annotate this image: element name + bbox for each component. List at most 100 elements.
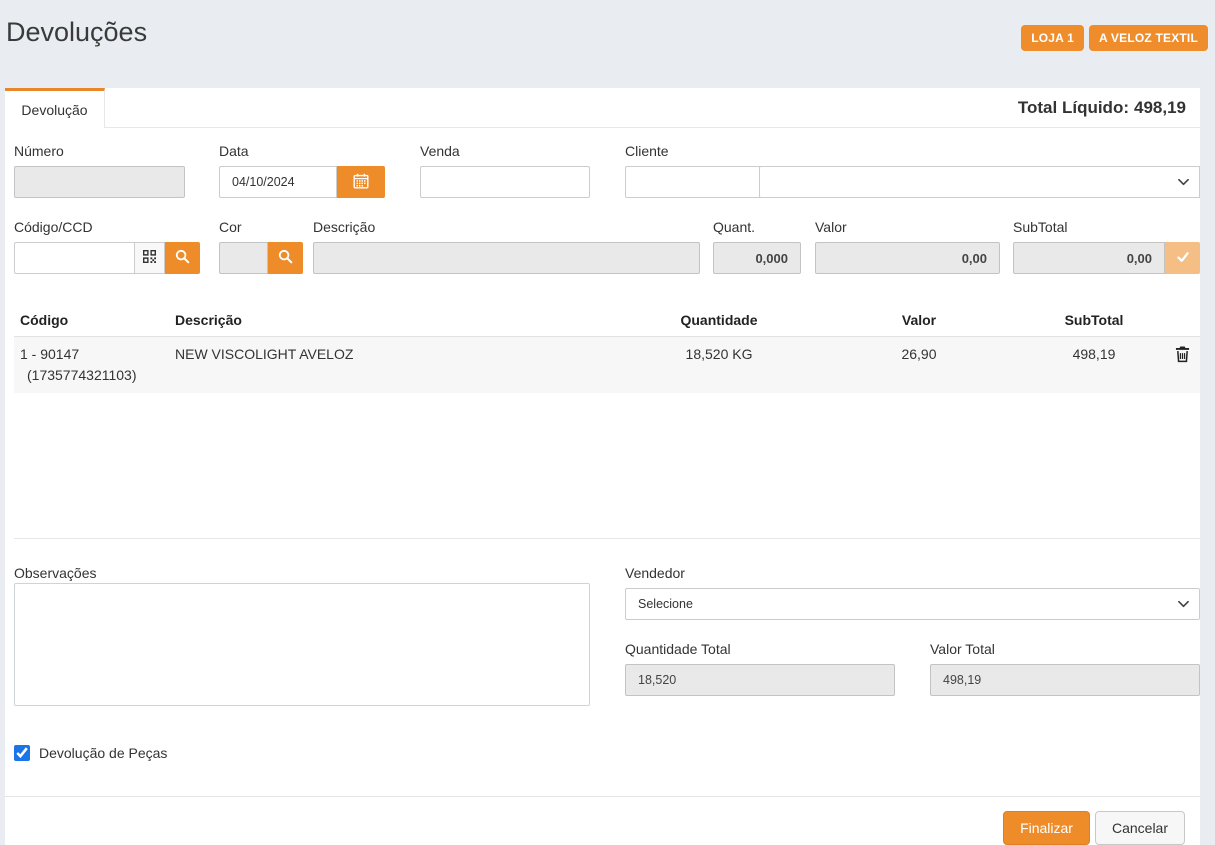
- cor-field: Cor: [219, 219, 303, 274]
- observacoes-label: Observações: [14, 565, 96, 581]
- cliente-field: Cliente: [625, 143, 1200, 198]
- cliente-select[interactable]: [759, 166, 1200, 198]
- tab-devolucao[interactable]: Devolução: [5, 88, 105, 128]
- col-actions: [1169, 304, 1200, 337]
- page-header: Devoluções LOJA 1 A VELOZ TEXTIL: [0, 0, 1215, 88]
- form-content: Número Data: [5, 128, 1200, 773]
- item-codigo-cell: 1 - 90147 (1735774321103): [14, 337, 169, 394]
- company-badge[interactable]: A VELOZ TEXTIL: [1089, 25, 1208, 51]
- total-liquido: Total Líquido: 498,19: [1018, 88, 1200, 127]
- delete-item-button[interactable]: [1175, 346, 1190, 366]
- valor-field: Valor: [815, 219, 1000, 274]
- form-row-2: Código/CCD: [14, 219, 1200, 274]
- quant-label: Quant.: [713, 219, 801, 236]
- barcode-scan-button[interactable]: [135, 242, 165, 274]
- subtotal-field: SubTotal: [1013, 219, 1200, 274]
- quantidade-total-field: Quantidade Total: [625, 641, 895, 696]
- cor-label: Cor: [219, 219, 303, 236]
- data-field: Data: [219, 143, 385, 198]
- section-divider: [14, 538, 1200, 539]
- col-subtotal: SubTotal: [1019, 304, 1169, 337]
- col-valor: Valor: [819, 304, 1019, 337]
- observacoes-field: Observações: [14, 565, 590, 711]
- item-codigo-detail: (1735774321103): [20, 367, 163, 383]
- item-quantidade: 18,520 KG: [619, 337, 819, 394]
- data-group: [219, 166, 385, 198]
- descricao-field: Descrição: [313, 219, 700, 274]
- search-icon: [175, 249, 190, 267]
- cliente-label: Cliente: [625, 143, 1200, 160]
- bottom-right-column: Vendedor Selecione Quantidade To: [625, 565, 1200, 711]
- data-label: Data: [219, 143, 385, 160]
- footer-actions: Finalizar Cancelar: [5, 796, 1200, 845]
- numero-input: [14, 166, 185, 198]
- subtotal-input: [1013, 242, 1165, 274]
- item-subtotal: 498,19: [1019, 337, 1169, 394]
- header-badges: LOJA 1 A VELOZ TEXTIL: [1021, 25, 1208, 51]
- numero-field: Número: [14, 143, 185, 198]
- item-descricao: NEW VISCOLIGHT AVELOZ: [169, 337, 619, 394]
- qr-code-icon: [143, 250, 156, 266]
- numero-label: Número: [14, 143, 185, 160]
- codigo-search-button[interactable]: [165, 242, 200, 274]
- total-liquido-value: 498,19: [1134, 98, 1186, 118]
- vendedor-select-wrap: Selecione: [625, 588, 1200, 620]
- col-codigo: Código: [14, 304, 169, 337]
- cor-search-button[interactable]: [268, 242, 303, 274]
- cor-group: [219, 242, 303, 274]
- cliente-code-input[interactable]: [625, 166, 760, 198]
- subtotal-group: [1013, 242, 1200, 274]
- cliente-select-wrap: [759, 166, 1200, 198]
- items-table-header: Código Descrição Quantidade Valor SubTot…: [14, 304, 1200, 337]
- descricao-input: [313, 242, 700, 274]
- venda-input[interactable]: [420, 166, 590, 198]
- devolucoes-page: Devoluções LOJA 1 A VELOZ TEXTIL Devoluç…: [0, 0, 1215, 845]
- vendedor-select[interactable]: Selecione: [625, 588, 1200, 620]
- store-badge[interactable]: LOJA 1: [1021, 25, 1084, 51]
- codigo-ccd-field: Código/CCD: [14, 219, 200, 274]
- table-row: 1 - 90147 (1735774321103) NEW VISCOLIGHT…: [14, 337, 1200, 394]
- items-table: Código Descrição Quantidade Valor SubTot…: [14, 304, 1200, 393]
- bottom-section: Observações Vendedor Selecione: [14, 565, 1200, 711]
- cliente-group: [625, 166, 1200, 198]
- codigo-group: [14, 242, 200, 274]
- check-icon: [1176, 250, 1190, 267]
- subtotal-label: SubTotal: [1013, 219, 1200, 236]
- finalizar-button[interactable]: Finalizar: [1003, 811, 1090, 845]
- totals-row: Quantidade Total Valor Total: [625, 641, 1200, 696]
- venda-label: Venda: [420, 143, 590, 160]
- devolucao-pecas-row: Devolução de Peças: [14, 745, 1200, 761]
- quantidade-total-input: [625, 664, 895, 696]
- valor-input: [815, 242, 1000, 274]
- calendar-button[interactable]: [337, 166, 385, 198]
- cor-input: [219, 242, 268, 274]
- quant-field: Quant.: [713, 219, 801, 274]
- vendedor-field: Vendedor Selecione: [625, 565, 1200, 620]
- item-codigo: 1 - 90147: [20, 346, 79, 362]
- vendedor-label: Vendedor: [625, 565, 1200, 582]
- venda-field: Venda: [420, 143, 590, 198]
- item-actions-cell: [1169, 337, 1200, 394]
- cancelar-button[interactable]: Cancelar: [1095, 811, 1185, 845]
- quant-input: [713, 242, 801, 274]
- total-liquido-label: Total Líquido:: [1018, 98, 1129, 118]
- descricao-label: Descrição: [313, 219, 700, 236]
- trash-icon: [1175, 346, 1190, 366]
- devolucao-pecas-label[interactable]: Devolução de Peças: [39, 745, 167, 761]
- search-icon: [278, 249, 293, 267]
- codigo-ccd-input[interactable]: [14, 242, 135, 274]
- observacoes-textarea[interactable]: [14, 583, 590, 706]
- confirm-item-button[interactable]: [1165, 242, 1200, 274]
- main-panel: Devolução Total Líquido: 498,19 Número D…: [5, 88, 1200, 845]
- valor-total-input: [930, 664, 1200, 696]
- calendar-icon: [353, 173, 369, 192]
- form-row-1: Número Data: [14, 143, 1200, 198]
- col-quantidade: Quantidade: [619, 304, 819, 337]
- tab-bar: Devolução Total Líquido: 498,19: [5, 88, 1200, 128]
- data-input[interactable]: [219, 166, 337, 198]
- codigo-ccd-label: Código/CCD: [14, 219, 200, 236]
- tab-spacer: [105, 88, 1018, 127]
- page-title: Devoluções: [6, 17, 147, 48]
- item-valor: 26,90: [819, 337, 1019, 394]
- devolucao-pecas-checkbox[interactable]: [14, 745, 30, 761]
